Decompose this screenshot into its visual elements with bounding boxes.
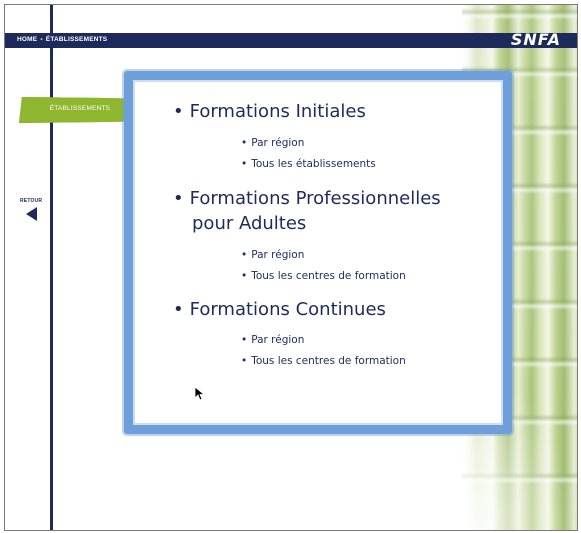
breadcrumb: HOME • ÉTABLISSEMENTS — [17, 36, 107, 43]
snfa-logo[interactable]: SNFA — [511, 30, 561, 49]
bullet-icon: • — [241, 334, 248, 346]
bullet-icon: • — [241, 355, 248, 367]
link-initiales-par-region[interactable]: • Par région — [241, 137, 304, 149]
back-button[interactable]: RETOUR — [20, 198, 42, 221]
section-heading-professionnelles[interactable]: • Formations Professionnelles — [173, 187, 441, 211]
left-vertical-rule — [50, 5, 53, 530]
mouse-cursor-icon — [195, 387, 205, 401]
bullet-icon: • — [241, 158, 248, 170]
link-initiales-tous-etablissements[interactable]: • Tous les établissements — [241, 158, 376, 170]
bullet-icon: • — [241, 270, 248, 282]
bullet-icon: • — [173, 101, 184, 122]
page-frame: HOME • ÉTABLISSEMENTS SNFA ÉTABLISSEMENTS … — [4, 4, 578, 531]
breadcrumb-home[interactable]: HOME — [17, 36, 37, 43]
breadcrumb-current[interactable]: ÉTABLISSEMENTS — [46, 36, 108, 43]
link-continues-tous-centres[interactable]: • Tous les centres de formation — [241, 355, 406, 367]
bullet-icon: • — [173, 188, 184, 209]
back-arrow-icon — [25, 207, 37, 221]
bullet-icon: • — [241, 249, 248, 261]
link-professionnelles-par-region[interactable]: • Par région — [241, 249, 304, 261]
link-professionnelles-tous-centres[interactable]: • Tous les centres de formation — [241, 270, 406, 282]
bullet-icon: • — [173, 299, 184, 320]
section-heading-initiales[interactable]: • Formations Initiales — [173, 100, 366, 124]
tab-etablissements-label: ÉTABLISSEMENTS — [49, 105, 111, 112]
bullet-icon: • — [241, 137, 248, 149]
link-continues-par-region[interactable]: • Par région — [241, 334, 304, 346]
breadcrumb-separator: • — [40, 36, 43, 43]
section-heading-continues[interactable]: • Formations Continues — [173, 298, 386, 322]
section-heading-professionnelles-line2[interactable]: pour Adultes — [192, 212, 306, 236]
back-button-label: RETOUR — [20, 198, 43, 204]
content-panel-frame — [124, 71, 512, 434]
